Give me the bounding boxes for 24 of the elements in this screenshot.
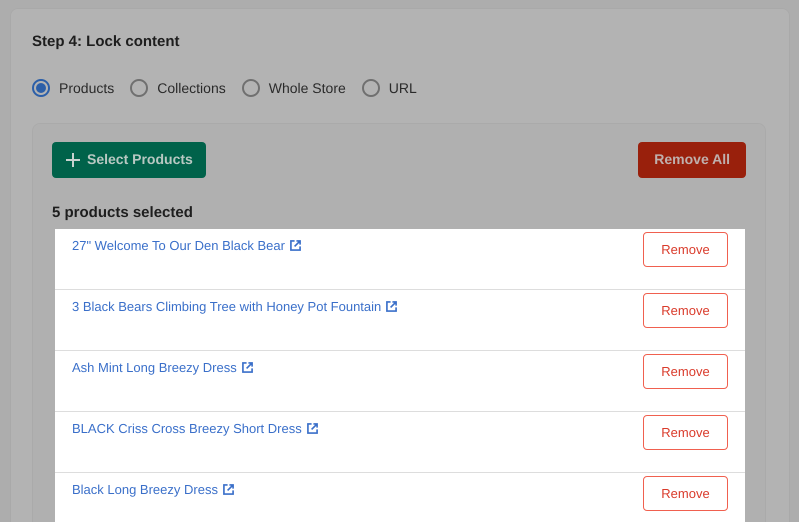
- remove-button[interactable]: Remove: [643, 415, 728, 450]
- product-link[interactable]: 27" Welcome To Our Den Black Bear: [72, 236, 301, 256]
- remove-all-button[interactable]: Remove All: [638, 142, 746, 178]
- plus-icon: [65, 152, 81, 168]
- remove-button[interactable]: Remove: [643, 476, 728, 511]
- select-products-button[interactable]: Select Products: [52, 142, 206, 178]
- product-link[interactable]: Ash Mint Long Breezy Dress: [72, 358, 253, 378]
- step-title: Step 4: Lock content: [32, 32, 181, 52]
- product-link[interactable]: BLACK Criss Cross Breezy Short Dress: [72, 419, 318, 438]
- external-link-icon: [306, 423, 318, 434]
- remove-button[interactable]: Remove: [643, 232, 728, 267]
- remove-button[interactable]: Remove: [643, 293, 728, 328]
- external-link-icon: [242, 362, 253, 374]
- scope-radio[interactable]: Products: [32, 78, 114, 98]
- product-link[interactable]: 3 Black Bears Climbing Tree with Honey Pot Fountain: [72, 297, 398, 316]
- external-link-icon: [386, 301, 398, 312]
- scope-radio[interactable]: Whole Store: [242, 78, 346, 98]
- product-link[interactable]: Black Long Breezy Dress: [72, 480, 234, 500]
- external-link-icon: [222, 484, 234, 496]
- scope-radio[interactable]: Collections: [130, 78, 226, 98]
- remove-button[interactable]: Remove: [643, 354, 728, 389]
- scope-radio[interactable]: URL: [362, 78, 417, 98]
- external-link-icon: [290, 240, 301, 252]
- selected-count: 5 products selected: [52, 202, 194, 222]
